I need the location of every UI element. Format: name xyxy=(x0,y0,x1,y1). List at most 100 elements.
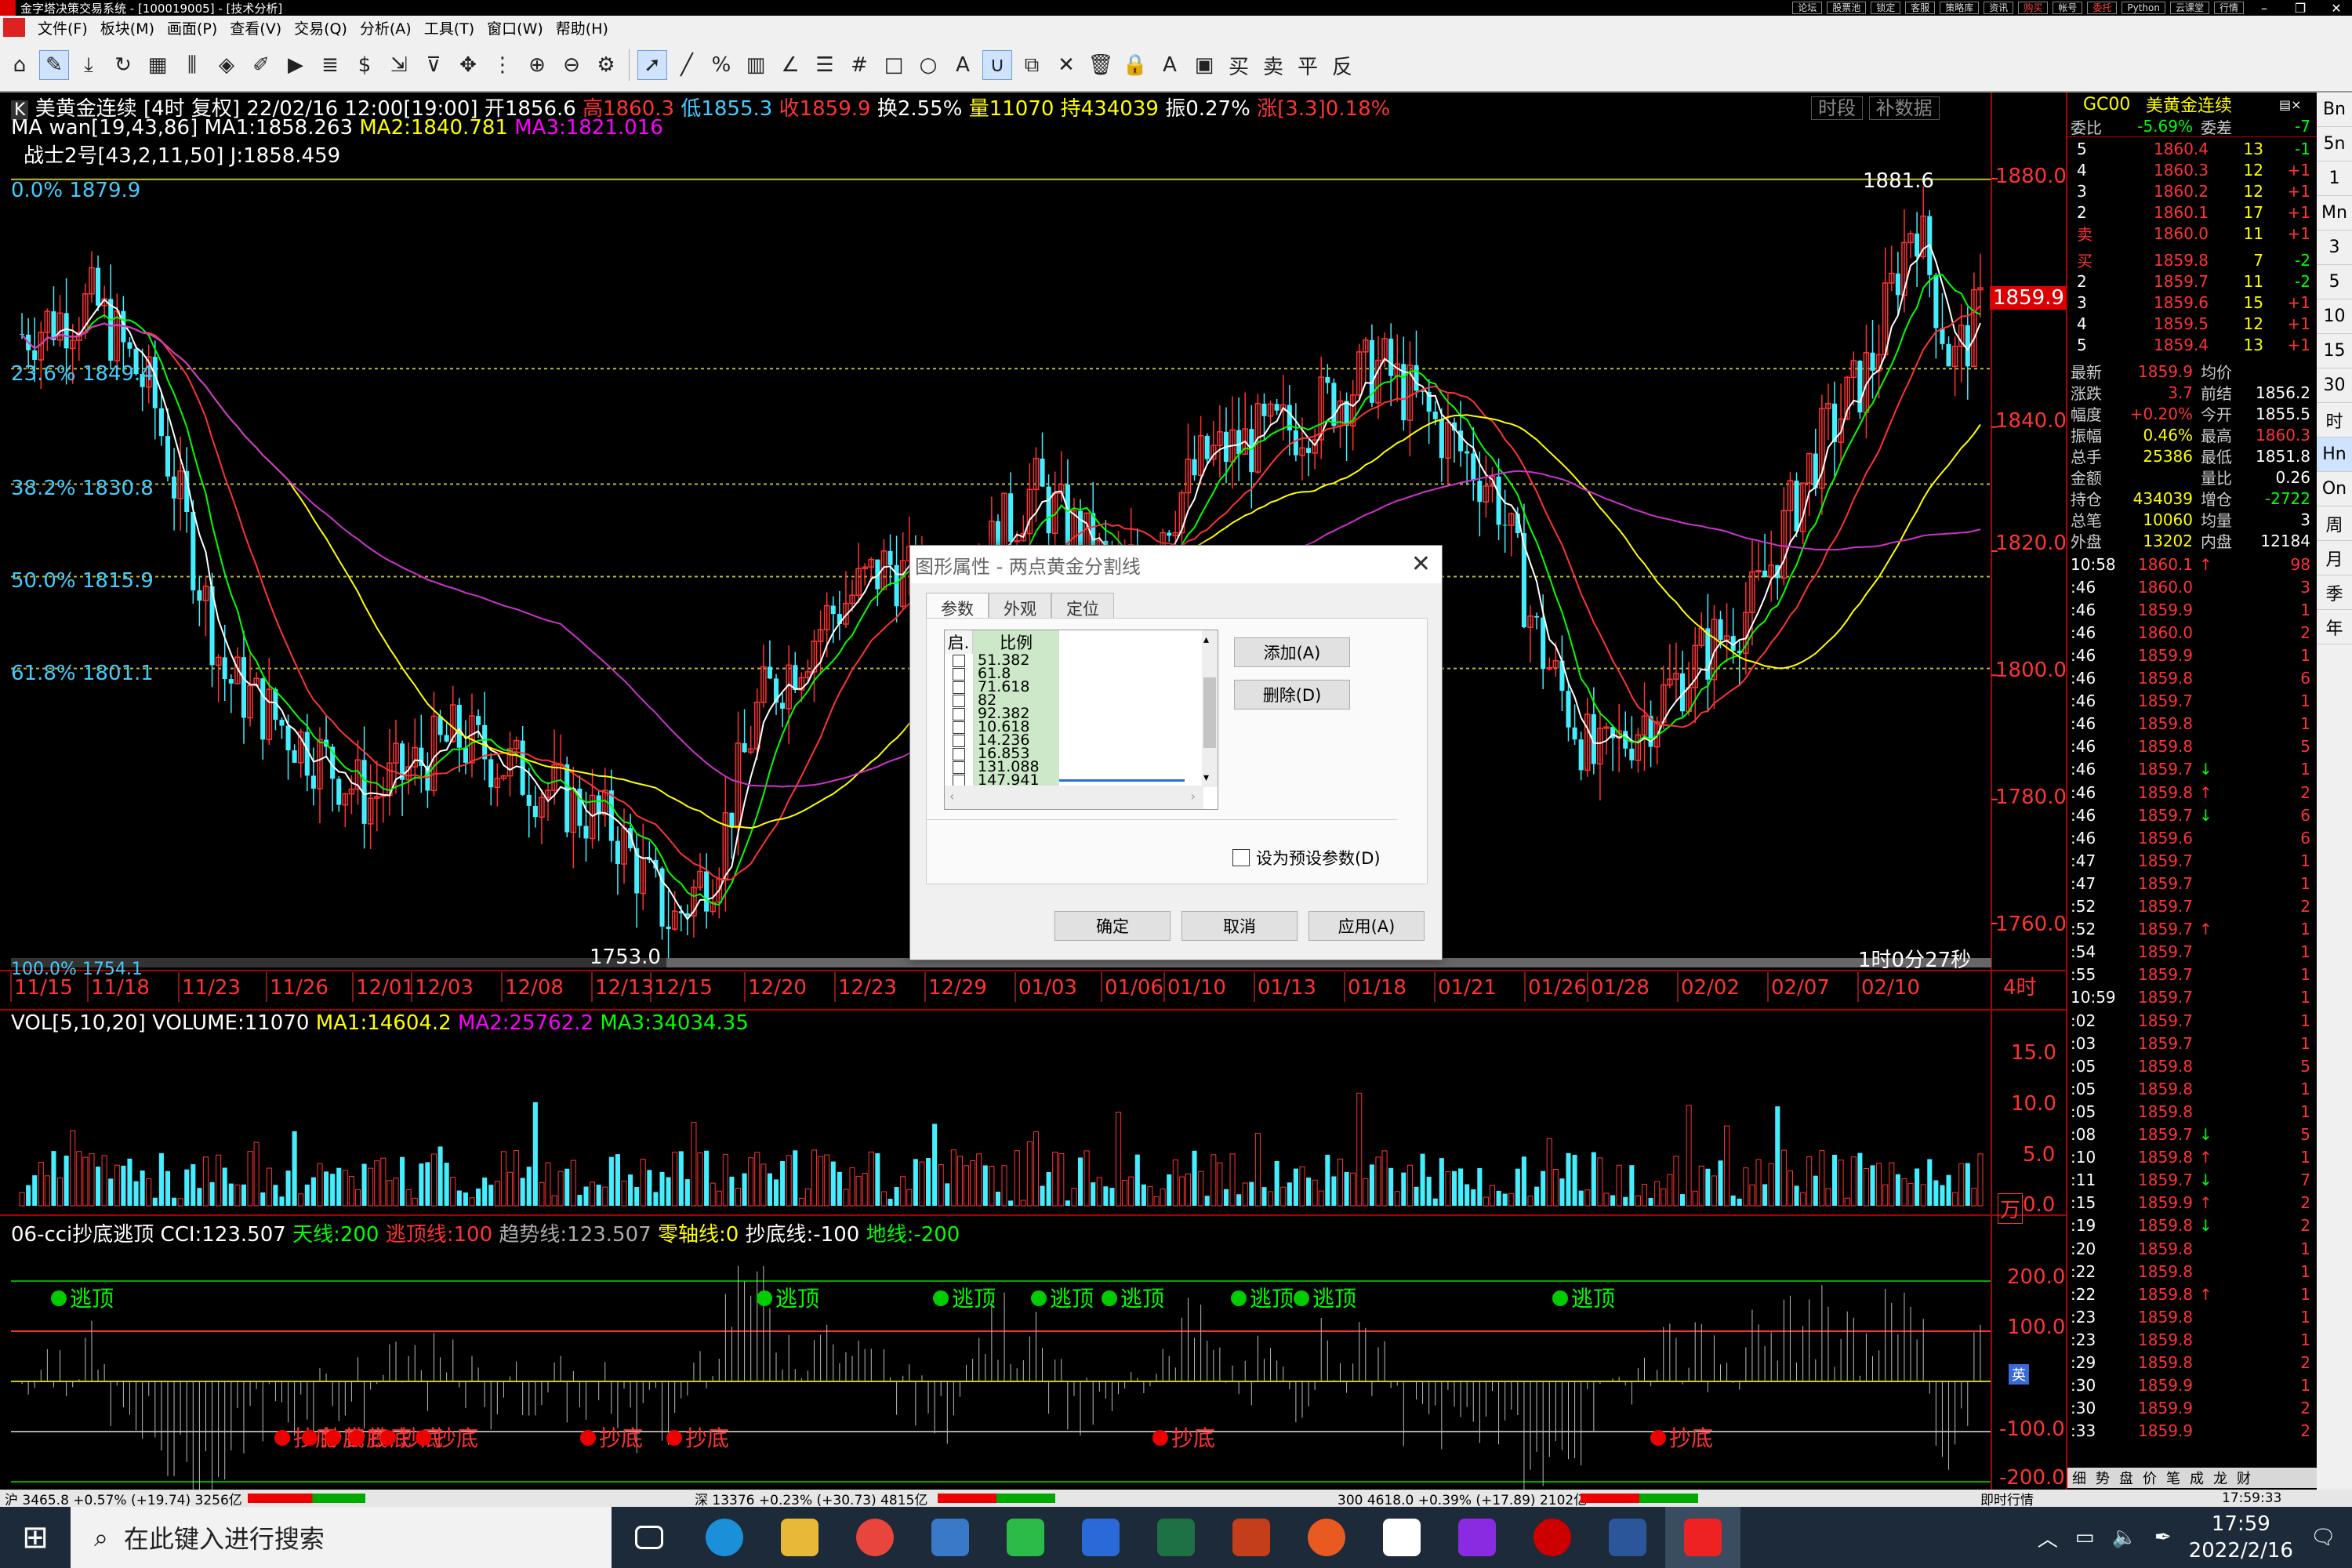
menu-sector[interactable]: 板块(M) xyxy=(94,17,161,38)
filter-icon[interactable]: ⊽ xyxy=(419,50,448,80)
ratio-checkbox[interactable] xyxy=(945,760,973,774)
lock-icon[interactable]: 🔒 xyxy=(1120,50,1150,80)
preset-checkbox[interactable] xyxy=(1232,849,1250,866)
tick-row[interactable]: :30 1859.9 2 xyxy=(2067,1398,2317,1419)
realtime-label[interactable]: 即时行情 xyxy=(1980,1489,2034,1508)
task-view-icon[interactable] xyxy=(612,1507,687,1568)
preset-checkbox-row[interactable]: 设为预设参数(D) xyxy=(1232,846,1381,869)
browser-icon[interactable] xyxy=(1289,1507,1364,1568)
bid-row[interactable]: 3 1859.6 15 +1 xyxy=(2067,292,2317,313)
top-button-service[interactable]: 客服 xyxy=(1905,2,1936,14)
ratio-checkbox[interactable] xyxy=(945,747,973,760)
ratio-checkbox[interactable] xyxy=(945,720,973,734)
flat-icon[interactable]: 平 xyxy=(1293,50,1323,80)
settings-icon[interactable]: ⚙ xyxy=(591,50,621,80)
tick-row[interactable]: :46 1859.6 6 xyxy=(2067,827,2317,848)
stat-row[interactable]: 外盘 13202 内盘 12184 xyxy=(2067,530,2317,552)
formula-icon[interactable]: ≣ xyxy=(315,50,345,80)
volume-icon[interactable]: 🔈 xyxy=(2111,1526,2136,1549)
close-icon[interactable]: ✕ xyxy=(1051,50,1081,80)
tick-row[interactable]: :03 1859.7 1 xyxy=(2067,1033,2317,1054)
ask-row[interactable]: 3 1860.2 12 +1 xyxy=(2067,180,2317,201)
tab-volume[interactable]: 成 xyxy=(2185,1468,2209,1488)
top-button-forum[interactable]: 论坛 xyxy=(1792,2,1823,14)
period-quarter[interactable]: 季 xyxy=(2317,575,2352,610)
play-icon[interactable]: ▶ xyxy=(281,50,310,80)
copy-icon[interactable]: ⧉ xyxy=(1017,50,1047,80)
ratio-checkbox[interactable] xyxy=(945,707,973,720)
ratio-checkbox[interactable] xyxy=(945,694,973,707)
period-10[interactable]: 10 xyxy=(2317,299,2352,334)
menu-trade[interactable]: 交易(Q) xyxy=(288,17,354,38)
menu-file[interactable]: 文件(F) xyxy=(31,17,94,38)
wechat-icon[interactable] xyxy=(988,1507,1063,1568)
add-button[interactable]: 添加(A) xyxy=(1234,637,1350,667)
dialog-close-icon[interactable]: ✕ xyxy=(1411,550,1431,578)
home-icon[interactable]: ⌂ xyxy=(5,50,34,80)
top-button-pool[interactable]: 股票池 xyxy=(1827,2,1867,14)
tick-row[interactable]: :46 1859.7 1 xyxy=(2067,691,2317,712)
period-week[interactable]: 周 xyxy=(2317,506,2352,541)
ratio-list[interactable]: 启. 比例 51.382 61.8 71.618 82 92.382 10.61… xyxy=(944,630,1218,810)
pdf-icon[interactable] xyxy=(1439,1507,1515,1568)
stat-row[interactable]: 振幅 0.46% 最高 1860.3 xyxy=(2067,424,2317,446)
tab-finance[interactable]: 财 xyxy=(2232,1468,2256,1488)
control-panel-icon[interactable] xyxy=(913,1507,988,1568)
tick-row[interactable]: :46 1859.9 1 xyxy=(2067,599,2317,620)
tick-row[interactable]: :33 1859.9 2 xyxy=(2067,1421,2317,1442)
ask-row[interactable]: 5 1860.4 13 -1 xyxy=(2067,138,2317,159)
scroll-down-icon[interactable]: ▾ xyxy=(1203,771,1209,784)
sell-icon[interactable]: 卖 xyxy=(1258,50,1288,80)
tab-session[interactable]: 时段 xyxy=(1811,96,1863,120)
tick-row[interactable]: :22 1859.8 1 xyxy=(2067,1261,2317,1282)
tick-row[interactable]: :19 1859.8 ↓ 2 xyxy=(2067,1215,2317,1236)
excel-icon[interactable] xyxy=(1138,1507,1214,1568)
zoom-in-icon[interactable]: ⊕ xyxy=(522,50,552,80)
chrome-icon[interactable] xyxy=(837,1507,913,1568)
tab-trend[interactable]: 势 xyxy=(2091,1468,2114,1488)
tab-ticks[interactable]: 笔 xyxy=(2161,1468,2185,1488)
stat-row[interactable]: 总手 25386 最低 1851.8 xyxy=(2067,445,2317,467)
trading-app-icon[interactable] xyxy=(1364,1507,1439,1568)
citic-icon[interactable] xyxy=(1515,1507,1590,1568)
delete-button[interactable]: 删除(D) xyxy=(1234,680,1350,710)
tick-row[interactable]: :46 1859.8 1 xyxy=(2067,713,2317,735)
tick-row[interactable]: :52 1859.7 ↑ 1 xyxy=(2067,919,2317,940)
tick-row[interactable]: :29 1859.8 2 xyxy=(2067,1352,2317,1374)
quote-menu-icon[interactable]: ▤× xyxy=(2279,97,2302,112)
zoom-out-icon[interactable]: ⊖ xyxy=(557,50,586,80)
tick-row[interactable]: :46 1859.9 1 xyxy=(2067,644,2317,666)
stat-row[interactable]: 最新 1859.9 均价 xyxy=(2067,361,2317,383)
period-hour[interactable]: 时 xyxy=(2317,403,2352,437)
tick-row[interactable]: :52 1859.7 2 xyxy=(2067,896,2317,917)
period-mn[interactable]: Mn xyxy=(2317,196,2352,230)
ok-button[interactable]: 确定 xyxy=(1054,911,1171,941)
tick-row[interactable]: :47 1859.7 1 xyxy=(2067,850,2317,871)
color-icon[interactable]: A xyxy=(1155,50,1185,80)
minimize-icon[interactable]: – xyxy=(2249,1,2280,16)
stat-row[interactable]: 幅度 +0.20% 今开 1855.5 xyxy=(2067,403,2317,425)
tick-row[interactable]: :20 1859.8 1 xyxy=(2067,1238,2317,1259)
ruler-icon[interactable]: ⋮ xyxy=(488,50,517,80)
menu-view[interactable]: 查看(V) xyxy=(223,17,288,38)
refresh-icon[interactable]: ↻ xyxy=(108,50,138,80)
tab-detail[interactable]: 细 xyxy=(2067,1468,2091,1488)
close-window-icon[interactable]: ✕ xyxy=(2321,1,2352,16)
restore-icon[interactable]: ❐ xyxy=(2285,1,2316,16)
scroll-thumb[interactable] xyxy=(1203,677,1216,748)
tick-row[interactable]: :47 1859.7 1 xyxy=(2067,873,2317,894)
export-icon[interactable]: ⇲ xyxy=(384,50,414,80)
move-icon[interactable]: ✥ xyxy=(453,50,483,80)
tick-row[interactable]: 10:59 1859.7 1 xyxy=(2067,987,2317,1008)
pointer-icon[interactable]: ➚ xyxy=(637,50,667,80)
ratio-checkbox[interactable] xyxy=(945,667,973,681)
tick-row[interactable]: :05 1859.8 1 xyxy=(2067,1101,2317,1122)
windows-start-icon[interactable]: ⊞ xyxy=(0,1507,71,1568)
tick-row[interactable]: :46 1859.7 ↓ 6 xyxy=(2067,804,2317,826)
menu-window[interactable]: 窗口(W) xyxy=(481,17,550,38)
pen-tray-icon[interactable]: ✒ xyxy=(2154,1526,2172,1549)
tick-row[interactable]: :46 1859.8 6 xyxy=(2067,668,2317,689)
menu-analysis[interactable]: 分析(A) xyxy=(354,17,418,38)
tick-row[interactable]: :15 1859.9 ↑ 2 xyxy=(2067,1192,2317,1214)
tick-row[interactable]: :46 1860.0 2 xyxy=(2067,622,2317,643)
